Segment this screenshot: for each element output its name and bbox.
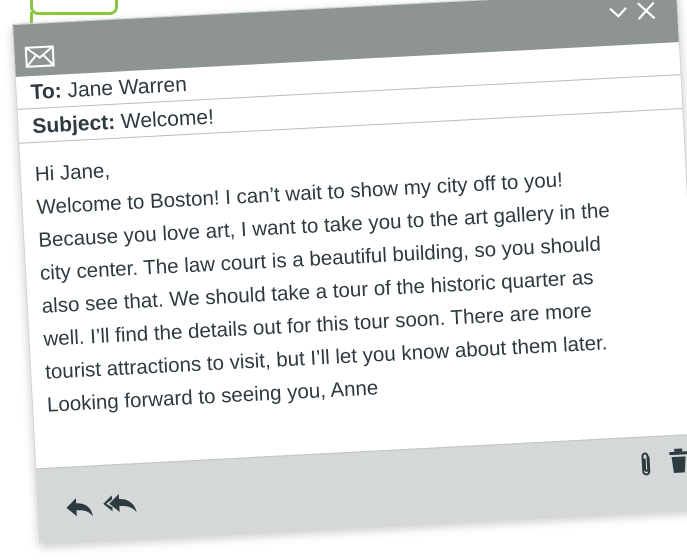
email-window: To: Jane Warren Subject: Welcome! Hi Jan…	[12, 0, 687, 544]
close-icon[interactable]	[635, 0, 658, 22]
reply-all-icon[interactable]	[102, 490, 139, 518]
subject-label: Subject:	[31, 110, 116, 139]
chevron-down-icon[interactable]	[607, 1, 630, 24]
paperclip-icon[interactable]	[636, 451, 655, 480]
decorative-tab	[30, 0, 118, 15]
trash-icon[interactable]	[668, 447, 687, 474]
to-label: To:	[30, 79, 63, 105]
to-value: Jane Warren	[66, 72, 188, 103]
message-body[interactable]: Hi Jane, Welcome to Boston! I can’t wait…	[19, 110, 687, 466]
envelope-icon	[24, 45, 55, 68]
reply-icon[interactable]	[64, 494, 95, 522]
subject-value: Welcome!	[120, 105, 215, 134]
